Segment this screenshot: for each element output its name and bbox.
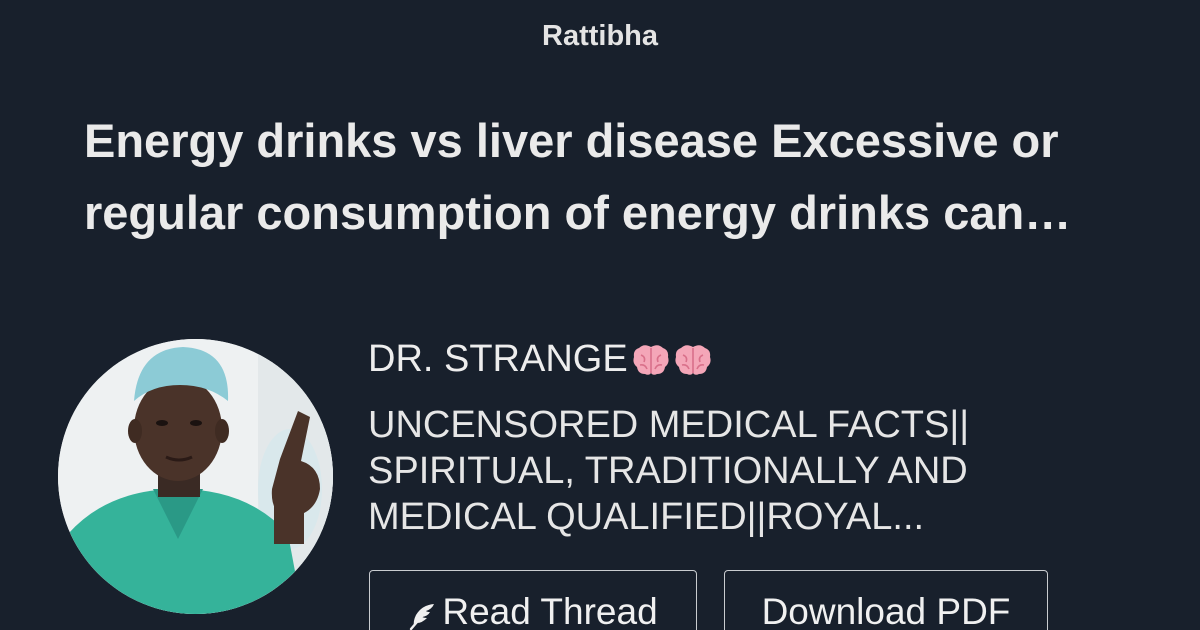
feather-icon	[410, 604, 435, 630]
author-name-row: DR. STRANGE	[368, 338, 712, 381]
brain-icon	[675, 344, 711, 375]
profile-photo	[58, 339, 333, 614]
thread-card: Rattibha Energy drinks vs liver disease …	[0, 0, 1200, 630]
author-bio: UNCENSORED MEDICAL FACTS|| SPIRITUAL, TR…	[368, 404, 970, 538]
read-thread-button[interactable]: Read Thread	[369, 570, 697, 630]
download-pdf-button[interactable]: Download PDF	[724, 570, 1048, 630]
author-avatar	[58, 339, 333, 614]
site-brand[interactable]: Rattibha	[0, 20, 1200, 53]
download-pdf-label: Download PDF	[761, 591, 1011, 630]
thread-title: Energy drinks vs liver disease Excessive…	[84, 114, 1059, 239]
brain-icon	[633, 344, 669, 375]
read-thread-label: Read Thread	[442, 591, 658, 630]
author-name[interactable]: DR. STRANGE	[368, 338, 628, 381]
